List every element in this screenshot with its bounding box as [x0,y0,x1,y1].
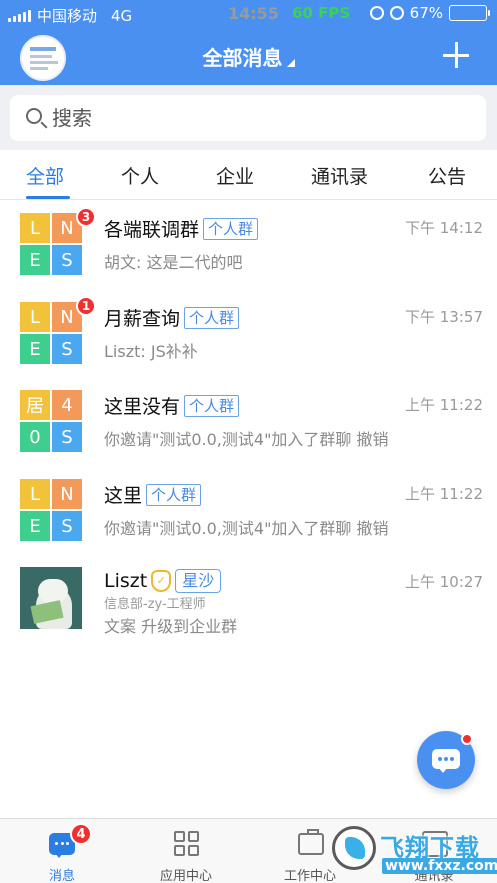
conversation-time: 上午 11:22 [405,396,483,414]
alarm-icon [389,6,404,20]
conversation-item[interactable]: L N E S 3 各端联调群 个人群 下午 14:12 胡文: 这是二代的吧 [0,207,497,301]
network-label: 4G [111,6,133,25]
conversation-time: 下午 13:57 [405,308,483,326]
group-avatar: L N E S [20,213,82,275]
org-tag: 星沙 [175,569,222,593]
avatar-cell: N [52,479,82,509]
avatar-cell: L [20,302,50,332]
message-count-badge: 4 [70,823,92,845]
tabbar-item-apps[interactable]: 应用中心 [124,819,248,883]
avatar-cell: E [20,245,50,275]
avatar-cell: 居 [20,390,50,420]
tabbar-item-contacts[interactable]: 通讯录 [372,819,496,883]
avatar-cell: S [52,245,82,275]
group-type-tag: 个人群 [146,483,202,506]
last-message-preview: 你邀请"测试0.0,测试4"加入了群聊 撤销 [104,430,389,449]
dropdown-caret-icon [286,59,295,67]
conversation-name: 月薪查询 [104,308,181,330]
tabbar-item-work[interactable]: 工作中心 [248,819,372,883]
avatar-cell: E [20,511,50,541]
unread-badge: 3 [76,207,96,227]
fps-counter: 60 FPS [292,4,351,22]
avatar-cell: 0 [20,422,50,452]
tab-enterprise[interactable]: 企业 [216,162,254,189]
tabbar-label: 工作中心 [283,869,336,883]
message-filter-dropdown[interactable]: 全部消息 [0,42,497,71]
battery-percent: 67% [409,4,443,22]
avatar-cell: S [52,511,82,541]
floating-chat-button[interactable] [417,731,475,789]
battery-icon [449,5,490,21]
tabbar-label: 通讯录 [414,869,454,883]
conversation-name: 这里 [104,485,143,507]
conversation-item[interactable]: 居 4 0 S 这里没有 个人群 上午 11:22 你邀请"测试0.0,测试4"… [0,390,497,478]
contact-avatar [20,567,82,629]
rotation-lock-icon [369,6,384,20]
notification-dot [461,733,473,745]
briefcase-icon [298,829,324,855]
contacts-icon [422,831,448,857]
carrier-label: 中国移动 [37,7,98,25]
avatar-cell: E [20,334,50,364]
group-avatar: L N E S [20,479,82,541]
group-type-tag: 个人群 [203,217,259,240]
contact-department: 信息部-zy-工程师 [104,597,206,612]
tabbar-label: 应用中心 [159,869,212,883]
conversation-item[interactable]: L N E S 这里 个人群 上午 11:22 你邀请"测试0.0,测试4"加入… [0,479,497,567]
conversation-time: 上午 10:27 [405,573,483,591]
tabbar-label: 消息 [48,869,75,883]
conversation-time: 下午 14:12 [405,219,483,237]
group-avatar: L N E S [20,302,82,364]
app-screen: 中国移动 4G 14:55 60 FPS 67% 全部消息 全部 [0,0,497,883]
avatar-cell: S [52,334,82,364]
search-input[interactable] [52,101,472,135]
conversation-name: 各端联调群 [104,219,200,241]
category-tabs: 全部 个人 企业 通讯录 公告 [0,150,497,200]
conversation-item[interactable]: L N E S 1 月薪查询 个人群 下午 13:57 Liszt: JS补补 [0,296,497,390]
last-message-preview: 你邀请"测试0.0,测试4"加入了群聊 撤销 [104,519,389,538]
signal-icon [8,9,31,22]
status-bar: 中国移动 4G 14:55 60 FPS 67% [0,0,497,28]
verified-badge-icon: ✓ [151,570,172,592]
header: 中国移动 4G 14:55 60 FPS 67% 全部消息 [0,0,497,85]
avatar-cell: 4 [52,390,82,420]
avatar-cell: S [52,422,82,452]
active-tab-indicator [26,196,70,199]
tab-contacts[interactable]: 通讯录 [311,162,368,189]
last-message-preview: 胡文: 这是二代的吧 [104,253,243,272]
tab-announcements[interactable]: 公告 [428,162,466,189]
tab-personal[interactable]: 个人 [121,162,159,189]
unread-badge: 1 [76,296,96,316]
conversation-name: 这里没有 [104,396,181,418]
group-type-tag: 个人群 [184,394,240,417]
avatar-cell: L [20,213,50,243]
last-message-preview: 文案 升级到企业群 [104,617,238,636]
page-title: 全部消息 [202,46,283,70]
search-area [0,85,497,150]
add-button[interactable] [443,42,469,68]
search-box[interactable] [10,95,486,141]
group-type-tag: 个人群 [184,306,240,329]
search-icon [26,108,42,124]
group-avatar: 居 4 0 S [20,390,82,452]
apps-grid-icon [174,831,200,857]
last-message-preview: Liszt: JS补补 [104,342,198,361]
conversation-name: Liszt [104,570,148,592]
tab-all[interactable]: 全部 [26,162,64,189]
tabbar-item-messages[interactable]: 4 消息 [0,819,124,883]
avatar-cell: L [20,479,50,509]
conversation-item[interactable]: Liszt ✓ 星沙 上午 10:27 信息部-zy-工程师 文案 升级到企业群 [0,567,497,655]
bottom-tab-bar: 4 消息 应用中心 工作中心 通讯录 [0,818,497,883]
conversation-time: 上午 11:22 [405,485,483,503]
